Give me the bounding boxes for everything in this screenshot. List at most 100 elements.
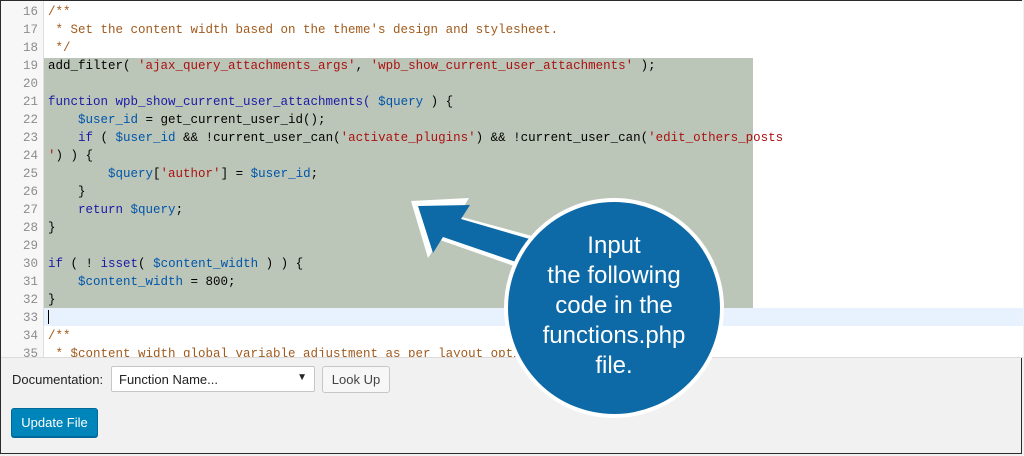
code-token: add_filter( [48, 59, 139, 73]
line-number: 31 [22, 275, 38, 289]
code-token: $query [130, 203, 176, 217]
line-number: 32 [22, 293, 38, 307]
code-line[interactable]: 18 */ [1, 39, 1023, 57]
code-line[interactable]: 23 if ( $user_id && !current_user_can('a… [1, 129, 1023, 147]
code-text: return $query; [48, 201, 183, 219]
line-number: 20 [22, 77, 38, 91]
code-token: = get_current_user_id(); [138, 113, 326, 127]
code-line[interactable]: 24 ') ) { [1, 147, 1023, 165]
code-token: $query [378, 95, 424, 109]
code-line[interactable]: 16 /** [1, 3, 1023, 21]
callout-line: Input [587, 232, 641, 259]
code-token: ; [175, 203, 184, 217]
code-token: isset [100, 257, 139, 271]
code-token: ); [633, 59, 656, 73]
line-number: 34 [22, 329, 38, 343]
code-line[interactable]: 29 [1, 237, 1023, 255]
code-line[interactable]: 19 add_filter( 'ajax_query_attachments_ar… [1, 57, 1023, 75]
code-text: } [48, 291, 56, 309]
code-token: /** [48, 329, 71, 343]
code-line[interactable]: 28} [1, 219, 1023, 237]
function-name-select[interactable]: Function Name... ▼ [111, 366, 315, 392]
line-number: 22 [22, 113, 38, 127]
code-token: * Set the content width based on the the… [48, 23, 559, 37]
chevron-down-icon: ▼ [297, 372, 307, 383]
callout-line: functions.php [542, 322, 686, 349]
code-line[interactable]: 26 } [1, 183, 1023, 201]
code-token: return [78, 203, 124, 217]
code-token: 'activate_plugins' [340, 131, 476, 145]
line-number: 19 [22, 59, 38, 73]
code-token: ' [48, 149, 56, 163]
code-token: } [48, 221, 56, 235]
code-token: 'author' [160, 167, 221, 181]
documentation-label: Documentation: [12, 372, 104, 387]
code-text: * Set the content width based on the the… [48, 21, 559, 39]
look-up-button[interactable]: Look Up [322, 366, 390, 393]
code-token: $query [108, 167, 154, 181]
code-token: ) && !current_user_can( [475, 131, 649, 145]
update-file-button[interactable]: Update File [11, 408, 98, 437]
line-number: 28 [22, 221, 38, 235]
code-token: $content_width [153, 257, 259, 271]
code-text: */ [48, 39, 71, 57]
code-text: } [48, 219, 56, 237]
code-token: $user_id [250, 167, 311, 181]
line-number: 30 [22, 257, 38, 271]
code-token: ( [93, 131, 116, 145]
code-line[interactable]: 31 $content_width = 800; [1, 273, 1023, 291]
code-token: /** [48, 5, 71, 19]
code-token: 'edit_others_posts [648, 131, 784, 145]
code-line[interactable]: 33 [1, 309, 1023, 327]
code-token: if [78, 131, 94, 145]
code-line[interactable]: 32} [1, 291, 1023, 309]
code-line[interactable]: 22 $user_id = get_current_user_id(); [1, 111, 1023, 129]
line-number: 17 [22, 23, 38, 37]
code-text: $query['author'] = $user_id; [48, 165, 318, 183]
code-token: } [48, 185, 86, 199]
callout-line: code in the [555, 292, 673, 319]
code-text: add_filter( 'ajax_query_attachments_args… [48, 57, 656, 75]
line-number: 25 [22, 167, 38, 181]
code-token: if [48, 257, 64, 271]
code-token: ( [138, 257, 154, 271]
text-cursor [48, 310, 49, 324]
line-number: 27 [22, 203, 38, 217]
code-token: $content_width [78, 275, 184, 289]
line-number: 24 [22, 149, 38, 163]
code-text: if ( $user_id && !current_user_can('acti… [48, 129, 783, 147]
code-line[interactable]: 21 function wpb_show_current_user_attachm… [1, 93, 1023, 111]
code-token: ) ) { [258, 257, 304, 271]
code-line[interactable]: 25 $query['author'] = $user_id; [1, 165, 1023, 183]
code-text: /** [48, 327, 71, 345]
code-text: $user_id = get_current_user_id(); [48, 111, 326, 129]
code-text: $content_width = 800; [48, 273, 236, 291]
callout-text: Input the following code in the function… [525, 231, 703, 381]
line-number: 33 [22, 311, 38, 325]
code-token: ) { [423, 95, 454, 109]
code-line[interactable]: 17 * Set the content width based on the … [1, 21, 1023, 39]
code-token: function [48, 95, 109, 109]
code-token: ; [310, 167, 319, 181]
code-token: $user_id [115, 131, 176, 145]
code-line[interactable]: 30 if ( ! isset( $content_width ) ) { [1, 255, 1023, 273]
code-line[interactable]: 34 /** [1, 327, 1023, 345]
code-text: ') ) { [48, 147, 93, 165]
code-token: ( ! [63, 257, 101, 271]
code-line[interactable]: 27 return $query; [1, 201, 1023, 219]
code-editor[interactable]: 16 /** 17 * Set the content width based on… [1, 1, 1023, 358]
code-line[interactable]: 20 [1, 75, 1023, 93]
code-token: wpb_show_current_user_attachments( [108, 95, 379, 109]
callout-line: file. [595, 352, 633, 379]
line-number: 18 [22, 41, 38, 55]
code-token: $user_id [78, 113, 139, 127]
code-token: [ [153, 167, 161, 181]
code-token: } [48, 293, 56, 307]
line-number: 23 [22, 131, 38, 145]
code-text: } [48, 183, 86, 201]
